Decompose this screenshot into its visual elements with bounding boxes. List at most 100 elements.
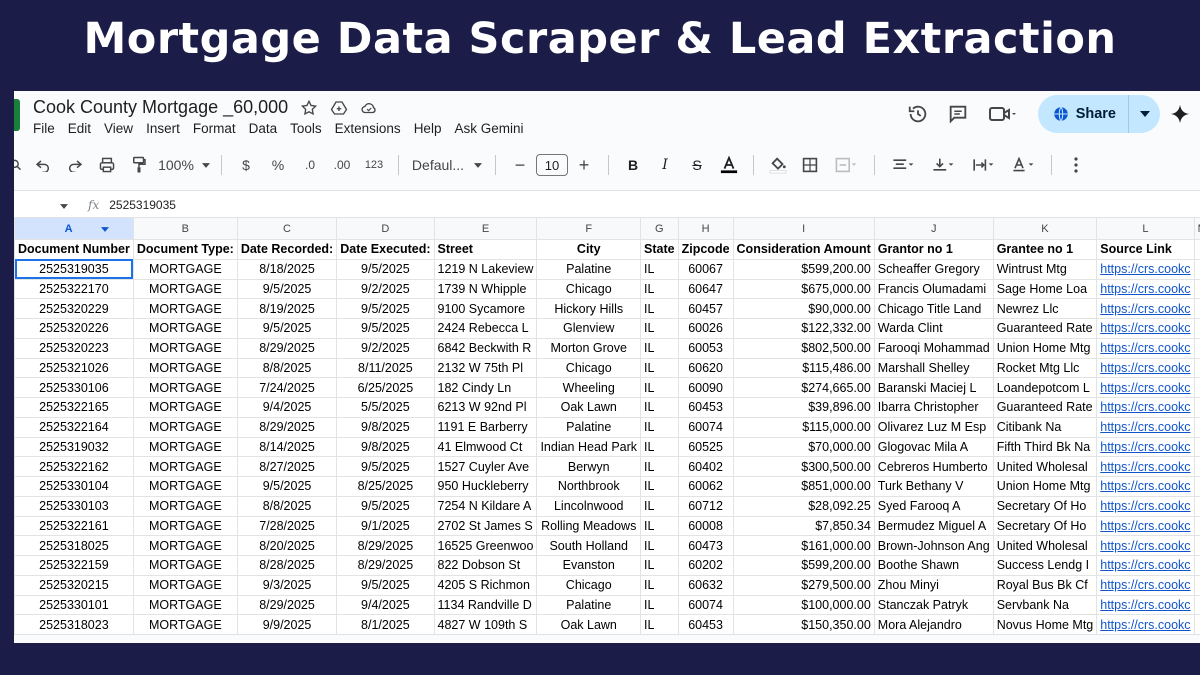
column-header-e[interactable]: E — [433, 217, 538, 240]
table-cell[interactable]: 2525330101 — [14, 594, 134, 616]
table-cell[interactable]: Citibank Na — [992, 416, 1098, 438]
table-cell[interactable]: Chicago — [536, 574, 642, 596]
table-cell[interactable]: $100,000.00 — [732, 594, 875, 616]
table-cell[interactable]: Chicago — [536, 357, 642, 379]
table-cell[interactable]: 2525320226 — [14, 318, 134, 339]
source-link[interactable]: https://crs.cookc — [1096, 515, 1195, 537]
table-cell[interactable]: Brown-Johnson Ang — [873, 535, 994, 556]
table-cell[interactable]: Servbank Na — [992, 594, 1098, 616]
table-cell[interactable] — [1193, 436, 1200, 458]
decrease-font-size-icon[interactable]: − — [507, 151, 533, 179]
table-cell[interactable]: Novus Home Mtg — [992, 614, 1098, 635]
column-header-g[interactable]: G — [640, 217, 679, 240]
table-cell[interactable]: $28,092.25 — [732, 495, 875, 517]
table-cell[interactable]: 8/14/2025 — [236, 436, 338, 458]
table-cell[interactable]: Success Lendg I — [992, 555, 1098, 576]
print-icon[interactable] — [94, 151, 120, 179]
header-cell[interactable]: Document Number — [14, 239, 134, 260]
table-cell[interactable]: Guaranteed Rate — [992, 397, 1098, 418]
zoom-select[interactable]: 100% — [158, 151, 210, 179]
table-cell[interactable]: $70,000.00 — [732, 436, 875, 458]
table-cell[interactable]: 9/8/2025 — [336, 436, 435, 458]
menu-help[interactable]: Help — [414, 121, 449, 136]
table-cell[interactable] — [1193, 377, 1200, 398]
source-link[interactable]: https://crs.cookc — [1096, 377, 1195, 398]
table-cell[interactable]: Union Home Mtg — [992, 337, 1098, 359]
column-header-d[interactable]: D — [336, 217, 435, 240]
table-cell[interactable]: 9/5/2025 — [336, 456, 435, 477]
table-cell[interactable]: 60090 — [677, 377, 734, 398]
header-cell[interactable]: Source Link — [1096, 239, 1195, 260]
table-cell[interactable]: MORTGAGE — [132, 495, 238, 517]
table-cell[interactable]: 2525330103 — [14, 495, 134, 517]
column-header-j[interactable]: J — [873, 217, 994, 240]
table-cell[interactable]: 950 Huckleberry — [433, 476, 538, 497]
table-cell[interactable]: IL — [640, 614, 679, 635]
formula-input[interactable]: 2525319035 — [109, 198, 176, 212]
table-cell[interactable]: Warda Clint — [873, 318, 994, 339]
table-cell[interactable]: 9/5/2025 — [236, 278, 338, 300]
table-cell[interactable]: $161,000.00 — [732, 535, 875, 556]
column-header-a[interactable]: A — [14, 217, 134, 240]
table-cell[interactable]: 60453 — [677, 397, 734, 418]
text-rotation-icon[interactable] — [1006, 151, 1040, 179]
menu-edit[interactable]: Edit — [68, 121, 98, 136]
percent-format-button[interactable]: % — [265, 151, 291, 179]
table-cell[interactable]: 60074 — [677, 416, 734, 438]
selected-cell[interactable]: 2525319035 — [14, 258, 134, 280]
table-cell[interactable]: 9/5/2025 — [236, 476, 338, 497]
table-cell[interactable]: United Wholesal — [992, 456, 1098, 477]
table-cell[interactable]: $279,500.00 — [732, 574, 875, 596]
header-cell[interactable]: Street — [433, 239, 538, 260]
table-cell[interactable]: 8/11/2025 — [336, 357, 435, 379]
column-header-f[interactable]: F — [536, 217, 642, 240]
table-cell[interactable]: Chicago — [536, 278, 642, 300]
table-cell[interactable]: 6213 W 92nd Pl — [433, 397, 538, 418]
table-cell[interactable]: IL — [640, 416, 679, 438]
table-cell[interactable]: 6842 Beckwith R — [433, 337, 538, 359]
undo-icon[interactable] — [30, 151, 56, 179]
source-link[interactable]: https://crs.cookc — [1096, 476, 1195, 497]
source-link[interactable]: https://crs.cookc — [1096, 594, 1195, 616]
table-cell[interactable]: 9/5/2025 — [336, 574, 435, 596]
menu-view[interactable]: View — [104, 121, 140, 136]
table-cell[interactable]: Fifth Third Bk Na — [992, 436, 1098, 458]
table-cell[interactable]: Cebreros Humberto — [873, 456, 994, 477]
currency-format-button[interactable]: $ — [233, 151, 259, 179]
table-cell[interactable]: IL — [640, 337, 679, 359]
table-cell[interactable]: 5/5/2025 — [336, 397, 435, 418]
table-cell[interactable]: IL — [640, 476, 679, 497]
table-cell[interactable]: $122,332.00 — [732, 318, 875, 339]
name-box[interactable] — [14, 198, 74, 212]
table-cell[interactable]: 2525322159 — [14, 555, 134, 576]
table-cell[interactable]: IL — [640, 495, 679, 517]
table-cell[interactable]: MORTGAGE — [132, 318, 238, 339]
table-cell[interactable]: $7,850.34 — [732, 515, 875, 537]
column-header-m[interactable]: M — [1193, 217, 1200, 240]
table-cell[interactable]: 60457 — [677, 298, 734, 319]
table-cell[interactable]: United Wholesal — [992, 535, 1098, 556]
table-cell[interactable]: Berwyn — [536, 456, 642, 477]
header-cell[interactable]: Consideration Amount — [732, 239, 875, 260]
table-cell[interactable]: Marshall Shelley — [873, 357, 994, 379]
table-cell[interactable]: 9/5/2025 — [236, 318, 338, 339]
table-cell[interactable]: Mora Alejandro — [873, 614, 994, 635]
menu-tools[interactable]: Tools — [290, 121, 329, 136]
table-cell[interactable]: Chicago Title Land — [873, 298, 994, 319]
table-cell[interactable]: 60712 — [677, 495, 734, 517]
table-cell[interactable]: 9/1/2025 — [336, 515, 435, 537]
table-cell[interactable] — [1193, 495, 1200, 517]
table-cell[interactable]: Bermudez Miguel A — [873, 515, 994, 537]
source-link[interactable]: https://crs.cookc — [1096, 495, 1195, 517]
column-header-h[interactable]: H — [677, 217, 734, 240]
document-title[interactable]: Cook County Mortgage _60,000 — [33, 97, 288, 118]
table-cell[interactable]: 9/9/2025 — [236, 614, 338, 635]
table-cell[interactable] — [1193, 574, 1200, 596]
header-cell[interactable]: Document Type: — [132, 239, 238, 260]
table-cell[interactable]: MORTGAGE — [132, 594, 238, 616]
table-cell[interactable]: 60053 — [677, 337, 734, 359]
table-cell[interactable] — [1193, 298, 1200, 319]
table-cell[interactable]: Newrez Llc — [992, 298, 1098, 319]
table-cell[interactable]: IL — [640, 574, 679, 596]
table-cell[interactable]: $599,200.00 — [732, 555, 875, 576]
